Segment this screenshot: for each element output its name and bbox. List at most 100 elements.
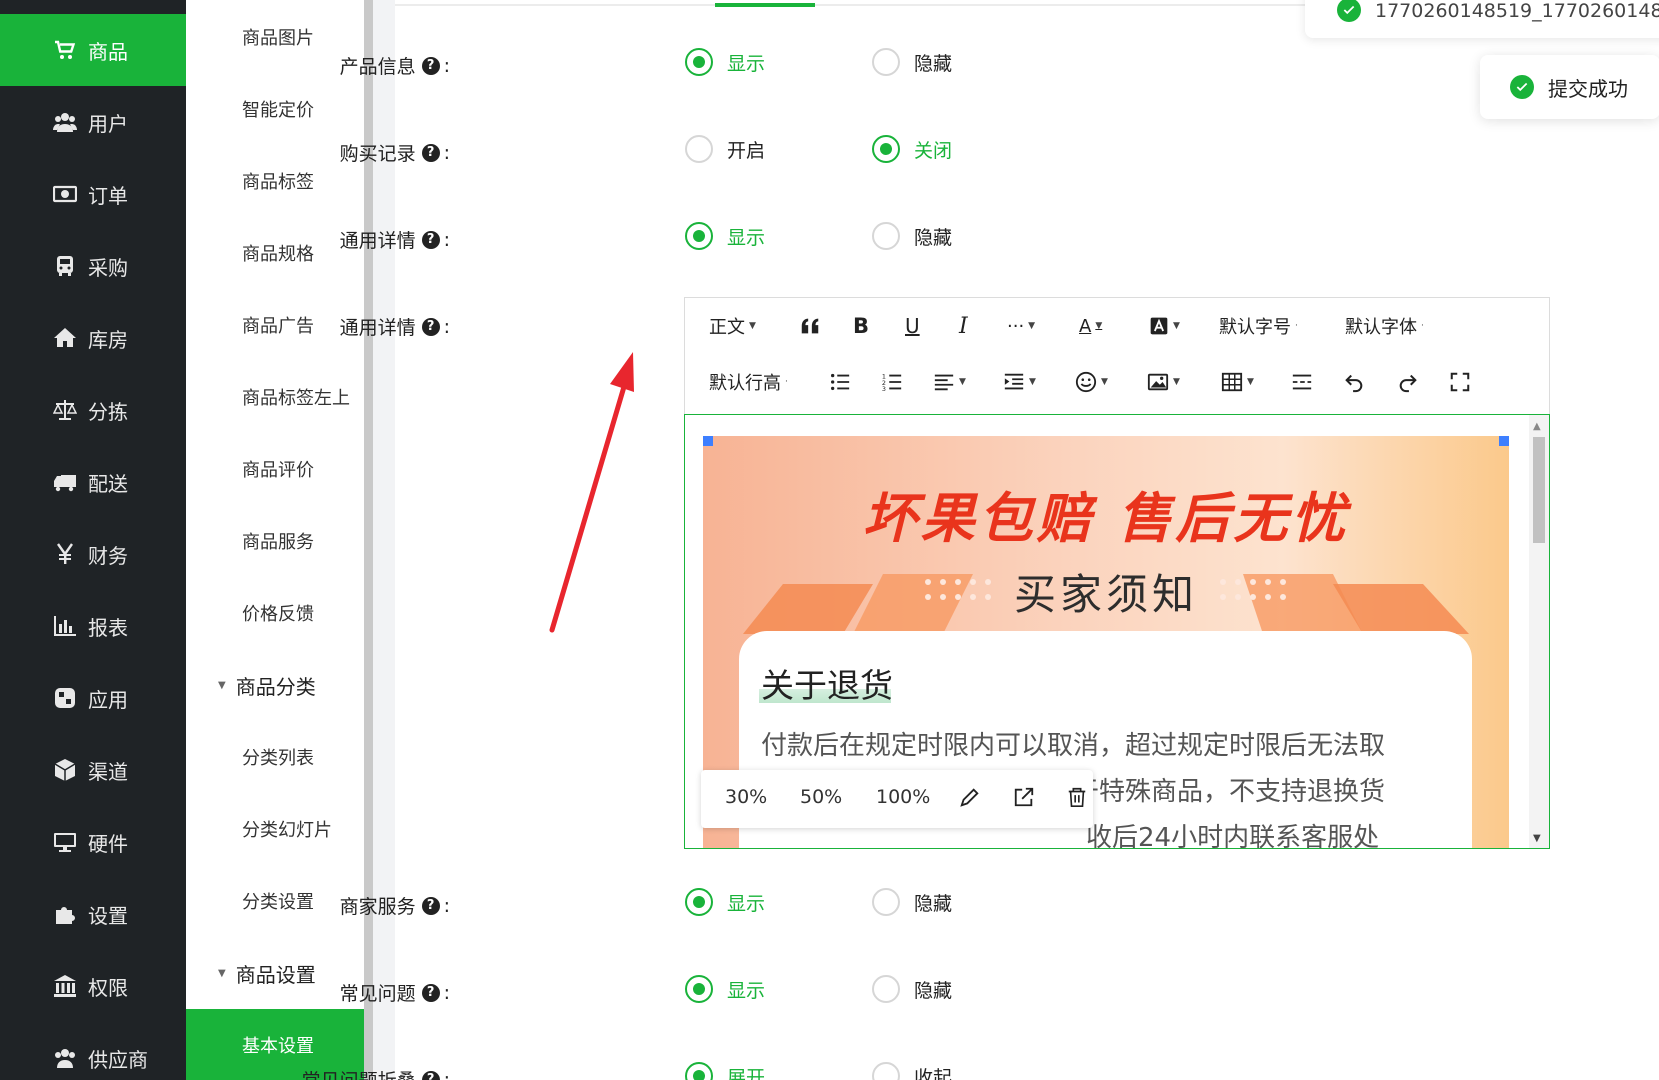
quote-icon[interactable] [799, 310, 821, 342]
toast-text: 1770260148519_17702601485 [1375, 0, 1659, 22]
image-icon[interactable]: ▼ [1147, 366, 1180, 398]
nav-item-purchase[interactable]: 采购 [0, 230, 186, 302]
more-icon[interactable]: ··· ▼ [1007, 310, 1035, 342]
nav-item-orders[interactable]: 订单 [0, 158, 186, 230]
sub-item[interactable]: 商品广告 [186, 289, 364, 361]
nav-item-warehouse[interactable]: 库房 [0, 302, 186, 374]
radio-show[interactable]: 显示 [685, 48, 765, 76]
table-icon[interactable]: ▼ [1221, 366, 1254, 398]
sub-group-settings[interactable]: ▼ 商品设置 [186, 937, 364, 1009]
form-row-purchase-records: 购买记录?: 开启 关闭 [340, 131, 1495, 171]
radio-label: 展开 [727, 1066, 766, 1080]
sub-item[interactable]: 分类设置 [186, 865, 364, 937]
radio-off[interactable]: 关闭 [872, 135, 952, 163]
radio-hide[interactable]: 隐藏 [872, 888, 952, 916]
help-icon[interactable]: ? [421, 896, 440, 915]
sub-item[interactable]: 商品评价 [186, 433, 364, 505]
align-icon[interactable]: ▼ [933, 366, 966, 398]
line-height-dropdown[interactable]: 默认行高 · [709, 366, 788, 398]
nav-item-suppliers[interactable]: 供应商 [0, 1022, 186, 1080]
open-link-icon[interactable] [1013, 786, 1035, 813]
emoji-icon[interactable]: ▼ [1075, 366, 1108, 398]
nav-item-apps[interactable]: 应用 [0, 662, 186, 734]
sub-group-category[interactable]: ▼ 商品分类 [186, 649, 364, 721]
nav-item-users[interactable]: 用户 [0, 86, 186, 158]
font-color-icon[interactable]: A ▼ [1079, 310, 1102, 342]
size-30-button[interactable]: 30% [725, 786, 767, 808]
radio-dot [685, 1062, 713, 1080]
nav-item-finance[interactable]: 财务 [0, 518, 186, 590]
help-icon[interactable]: ? [421, 983, 440, 1002]
help-icon[interactable]: ? [421, 1070, 440, 1080]
sub-group-label: 商品设置 [235, 962, 316, 987]
radio-hide[interactable]: 隐藏 [872, 48, 952, 76]
nav-item-channels[interactable]: 渠道 [0, 734, 186, 806]
nav-label: 应用 [88, 687, 128, 712]
help-icon[interactable]: ? [421, 143, 440, 162]
radio-hide[interactable]: 隐藏 [872, 975, 952, 1003]
italic-icon[interactable]: I [959, 310, 968, 342]
radio-show[interactable]: 显示 [685, 222, 765, 250]
sub-group-label: 商品分类 [235, 674, 316, 699]
redo-icon[interactable] [1397, 366, 1419, 398]
paragraph-dropdown[interactable]: 正文 ▼ [709, 310, 756, 342]
bullet-list-icon[interactable] [829, 366, 851, 398]
nav-item-reports[interactable]: 报表 [0, 590, 186, 662]
numbered-list-icon[interactable]: 123 [881, 366, 903, 398]
indent-icon[interactable]: ▼ [1003, 366, 1036, 398]
nav-item-hardware[interactable]: 硬件 [0, 806, 186, 878]
divider-icon[interactable] [1291, 366, 1313, 398]
sub-item[interactable]: 智能定价 [186, 73, 364, 145]
radio-dot [872, 888, 900, 916]
radio-collapse[interactable]: 收起 [872, 1062, 952, 1080]
sub-item-label: 商品广告 [242, 316, 314, 337]
sub-item[interactable]: 商品服务 [186, 505, 364, 577]
resize-handle[interactable] [1499, 436, 1509, 446]
radio-dot [872, 975, 900, 1003]
scroll-thumb[interactable] [1533, 437, 1545, 543]
nav-item-permissions[interactable]: 权限 [0, 950, 186, 1022]
nav-item-goods[interactable]: 商品 [0, 14, 186, 86]
help-icon[interactable]: ? [421, 56, 440, 75]
radio-show[interactable]: 显示 [685, 888, 765, 916]
size-50-button[interactable]: 50% [800, 786, 842, 808]
font-size-dropdown[interactable]: 默认字号 · [1219, 310, 1298, 342]
underline-icon[interactable]: U [905, 310, 920, 342]
help-icon[interactable]: ? [421, 317, 440, 336]
help-icon[interactable]: ? [421, 230, 440, 249]
nav-item-delivery[interactable]: 配送 [0, 446, 186, 518]
sub-item[interactable]: 分类幻灯片 [186, 793, 364, 865]
resize-handle[interactable] [703, 436, 713, 446]
nav-item-settings[interactable]: 设置 [0, 878, 186, 950]
size-100-button[interactable]: 100% [876, 786, 930, 808]
radio-dot [872, 1062, 900, 1080]
sub-item[interactable]: 商品图片 [186, 1, 364, 73]
nav-label: 硬件 [88, 831, 128, 856]
radio-show[interactable]: 显示 [685, 975, 765, 1003]
nav-label: 采购 [88, 255, 128, 280]
scroll-up-icon[interactable]: ▲ [1533, 421, 1541, 432]
radio-dot [872, 222, 900, 250]
scroll-down-icon[interactable]: ▼ [1533, 833, 1541, 844]
radio-on[interactable]: 开启 [685, 135, 765, 163]
sub-item[interactable]: 商品规格 [186, 217, 364, 289]
editor-scrollbar[interactable]: ▲ ▼ [1529, 415, 1549, 848]
edit-icon[interactable] [959, 786, 981, 813]
radio-hide[interactable]: 隐藏 [872, 222, 952, 250]
delete-icon[interactable] [1066, 786, 1088, 813]
apps-icon [52, 685, 78, 711]
nav-item-sorting[interactable]: 分拣 [0, 374, 186, 446]
sub-item-label: 基本设置 [242, 1035, 314, 1057]
sub-item[interactable]: 商品标签左上 [186, 361, 364, 433]
editor-content-area[interactable]: 坏果包赔 售后无忧 买家须知 关于退货 付款后在规定时限内可以取消，超过规定时限… [684, 414, 1550, 849]
sub-item[interactable]: 价格反馈 [186, 577, 364, 649]
sub-item[interactable]: 商品标签 [186, 145, 364, 217]
undo-icon[interactable] [1343, 366, 1365, 398]
bg-color-icon[interactable]: ▼ [1149, 310, 1180, 342]
fullscreen-icon[interactable] [1449, 366, 1471, 398]
bold-icon[interactable]: B [853, 310, 869, 342]
sub-item[interactable]: 分类列表 [186, 721, 364, 793]
banner-title: 坏果包赔 售后无忧 [862, 487, 1350, 550]
font-family-dropdown[interactable]: 默认字体 · [1345, 310, 1424, 342]
radio-expand[interactable]: 展开 [685, 1062, 765, 1080]
